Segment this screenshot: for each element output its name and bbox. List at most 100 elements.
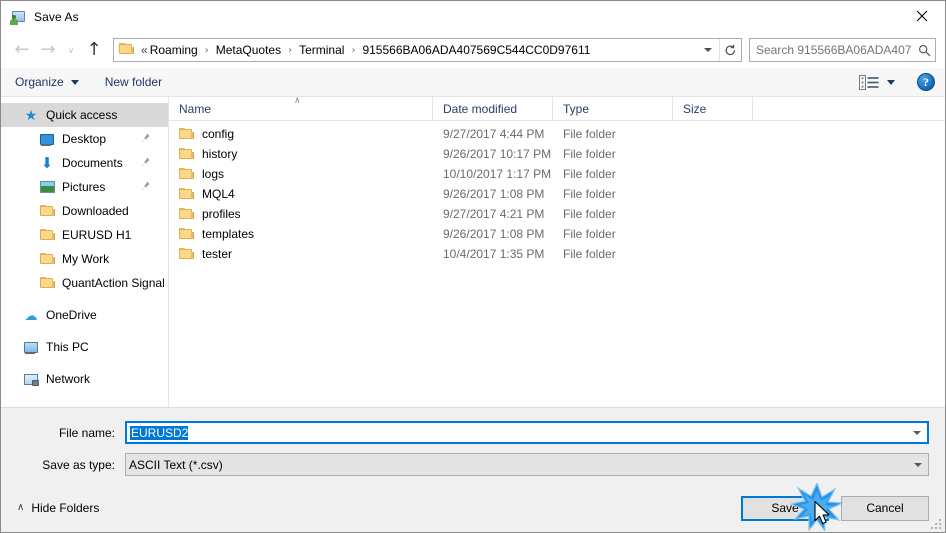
command-toolbar: Organize New folder ? [1, 68, 945, 97]
column-header-label: Date modified [443, 101, 518, 116]
address-dropdown-button[interactable] [697, 39, 719, 61]
column-headers: Name ∧ Date modified Type Size [169, 96, 945, 121]
column-header-type[interactable]: Type [553, 97, 673, 120]
folder-icon [39, 227, 55, 243]
sidebar-divider [1, 327, 168, 335]
help-button[interactable]: ? [917, 73, 935, 91]
table-row[interactable]: templates 9/26/2017 1:08 PM File folder [169, 224, 945, 244]
save-button[interactable]: Save [741, 495, 829, 521]
cell-date-modified: 9/27/2017 4:21 PM [443, 207, 545, 221]
search-box[interactable] [749, 38, 936, 62]
column-header-label: Name [179, 101, 212, 116]
breadcrumb-separator-icon[interactable]: › [345, 45, 361, 56]
save-as-type-dropdown-button[interactable] [908, 462, 928, 467]
folder-icon [179, 128, 194, 140]
address-bar[interactable]: « Roaming › MetaQuotes › Terminal › 9155… [113, 38, 742, 62]
folder-icon [39, 251, 55, 267]
search-input[interactable] [750, 42, 913, 58]
dialog-footer: ∧ Hide Folders Save Cancel [1, 484, 945, 532]
sidebar-item-desktop[interactable]: Desktop [1, 127, 168, 151]
refresh-button[interactable] [719, 39, 741, 61]
table-row[interactable]: tester 10/4/2017 1:35 PM File folder [169, 244, 945, 264]
sidebar-item-downloaded[interactable]: Downloaded [1, 199, 168, 223]
forward-button[interactable]: → [35, 37, 61, 63]
sidebar-item-label: This PC [46, 340, 89, 354]
table-row[interactable]: profiles 9/27/2017 4:21 PM File folder [169, 204, 945, 224]
up-button[interactable]: ↑ [81, 37, 107, 63]
cell-date-modified: 10/4/2017 1:35 PM [443, 247, 545, 261]
change-view-button[interactable] [859, 74, 895, 90]
forward-arrow-icon: → [40, 39, 56, 60]
breadcrumb-overflow[interactable]: « [140, 43, 149, 57]
list-view-icon [859, 74, 879, 90]
column-header-date-modified[interactable]: Date modified [433, 97, 553, 120]
file-name-label: templates [202, 227, 255, 241]
table-row[interactable]: MQL4 9/26/2017 1:08 PM File folder [169, 184, 945, 204]
file-name-label: config [202, 127, 235, 141]
breadcrumb-item-metaquotes[interactable]: MetaQuotes [215, 43, 282, 57]
search-button[interactable] [913, 44, 935, 57]
sidebar-item-label: OneDrive [46, 308, 97, 322]
sidebar-item-label: Quick access [46, 108, 118, 122]
search-icon [918, 44, 930, 56]
cell-date-modified: 9/27/2017 4:44 PM [443, 127, 545, 141]
cancel-button[interactable]: Cancel [841, 495, 929, 521]
sidebar-item-this-pc[interactable]: This PC [1, 335, 168, 359]
chevron-down-icon [913, 430, 921, 435]
file-name-label: history [202, 147, 238, 161]
resize-grip[interactable] [929, 517, 941, 529]
folder-icon [179, 248, 194, 260]
sidebar-item-label: QuantAction Signal [62, 276, 165, 290]
sidebar-item-label: Network [46, 372, 91, 386]
breadcrumb-item-terminal[interactable]: Terminal [298, 43, 345, 57]
cell-type: File folder [563, 187, 616, 201]
table-row[interactable]: config 9/27/2017 4:44 PM File folder [169, 124, 945, 144]
column-header-size[interactable]: Size [673, 97, 753, 120]
folder-icon [179, 208, 194, 220]
breadcrumb-item-roaming[interactable]: Roaming [149, 43, 199, 57]
file-name-label: File name: [58, 425, 115, 440]
up-arrow-icon: ↑ [86, 39, 102, 60]
new-folder-button[interactable]: New folder [105, 75, 162, 89]
folder-icon [179, 228, 194, 240]
cell-date-modified: 10/10/2017 1:17 PM [443, 167, 552, 181]
cell-type: File folder [563, 127, 616, 141]
navigation-pane: ★ Quick access Desktop ⬇ Documents Pictu… [1, 97, 169, 407]
column-header-name[interactable]: Name ∧ [169, 96, 433, 120]
sidebar-item-quantaction-signal[interactable]: QuantAction Signal [1, 271, 168, 295]
breadcrumb-separator-icon[interactable]: › [199, 45, 215, 56]
file-name-label: logs [202, 167, 225, 181]
computer-icon [23, 339, 39, 355]
breadcrumb-separator-icon[interactable]: › [282, 45, 298, 56]
cell-name: templates [169, 227, 433, 241]
file-name-value[interactable]: EURUSD2 [127, 425, 907, 440]
chevron-down-icon [887, 79, 895, 85]
file-type-row: Save as type: ASCII Text (*.csv) [17, 452, 929, 477]
sidebar-item-eurusd-h1[interactable]: EURUSD H1 [1, 223, 168, 247]
save-label: Save [771, 501, 799, 515]
recent-locations-button[interactable]: ∨ [61, 37, 81, 63]
column-header-label: Size [683, 101, 707, 116]
sidebar-item-documents[interactable]: ⬇ Documents [1, 151, 168, 175]
file-name-dropdown-button[interactable] [907, 430, 927, 435]
sidebar-item-my-work[interactable]: My Work [1, 247, 168, 271]
folder-icon [39, 203, 55, 219]
folder-icon [179, 168, 194, 180]
sidebar-item-quick-access[interactable]: ★ Quick access [1, 103, 168, 127]
folder-icon [39, 275, 55, 291]
back-button[interactable]: ← [9, 37, 35, 63]
file-name-input[interactable]: EURUSD2 [125, 421, 929, 444]
close-button[interactable] [899, 1, 945, 31]
sidebar-item-network[interactable]: Network [1, 367, 168, 391]
sidebar-item-pictures[interactable]: Pictures [1, 175, 168, 199]
table-row[interactable]: history 9/26/2017 10:17 PM File folder [169, 144, 945, 164]
table-row[interactable]: logs 10/10/2017 1:17 PM File folder [169, 164, 945, 184]
organize-button[interactable]: Organize [15, 75, 79, 89]
network-icon [23, 371, 39, 387]
breadcrumb-item-instance[interactable]: 915566BA06ADA407569C544CC0D97611 [361, 43, 591, 57]
hide-folders-label: Hide Folders [31, 501, 100, 515]
save-as-type-select[interactable]: ASCII Text (*.csv) [125, 453, 929, 476]
hide-folders-button[interactable]: ∧ Hide Folders [17, 501, 99, 515]
sidebar-item-label: Documents [62, 156, 123, 170]
sidebar-item-onedrive[interactable]: ☁ OneDrive [1, 303, 168, 327]
